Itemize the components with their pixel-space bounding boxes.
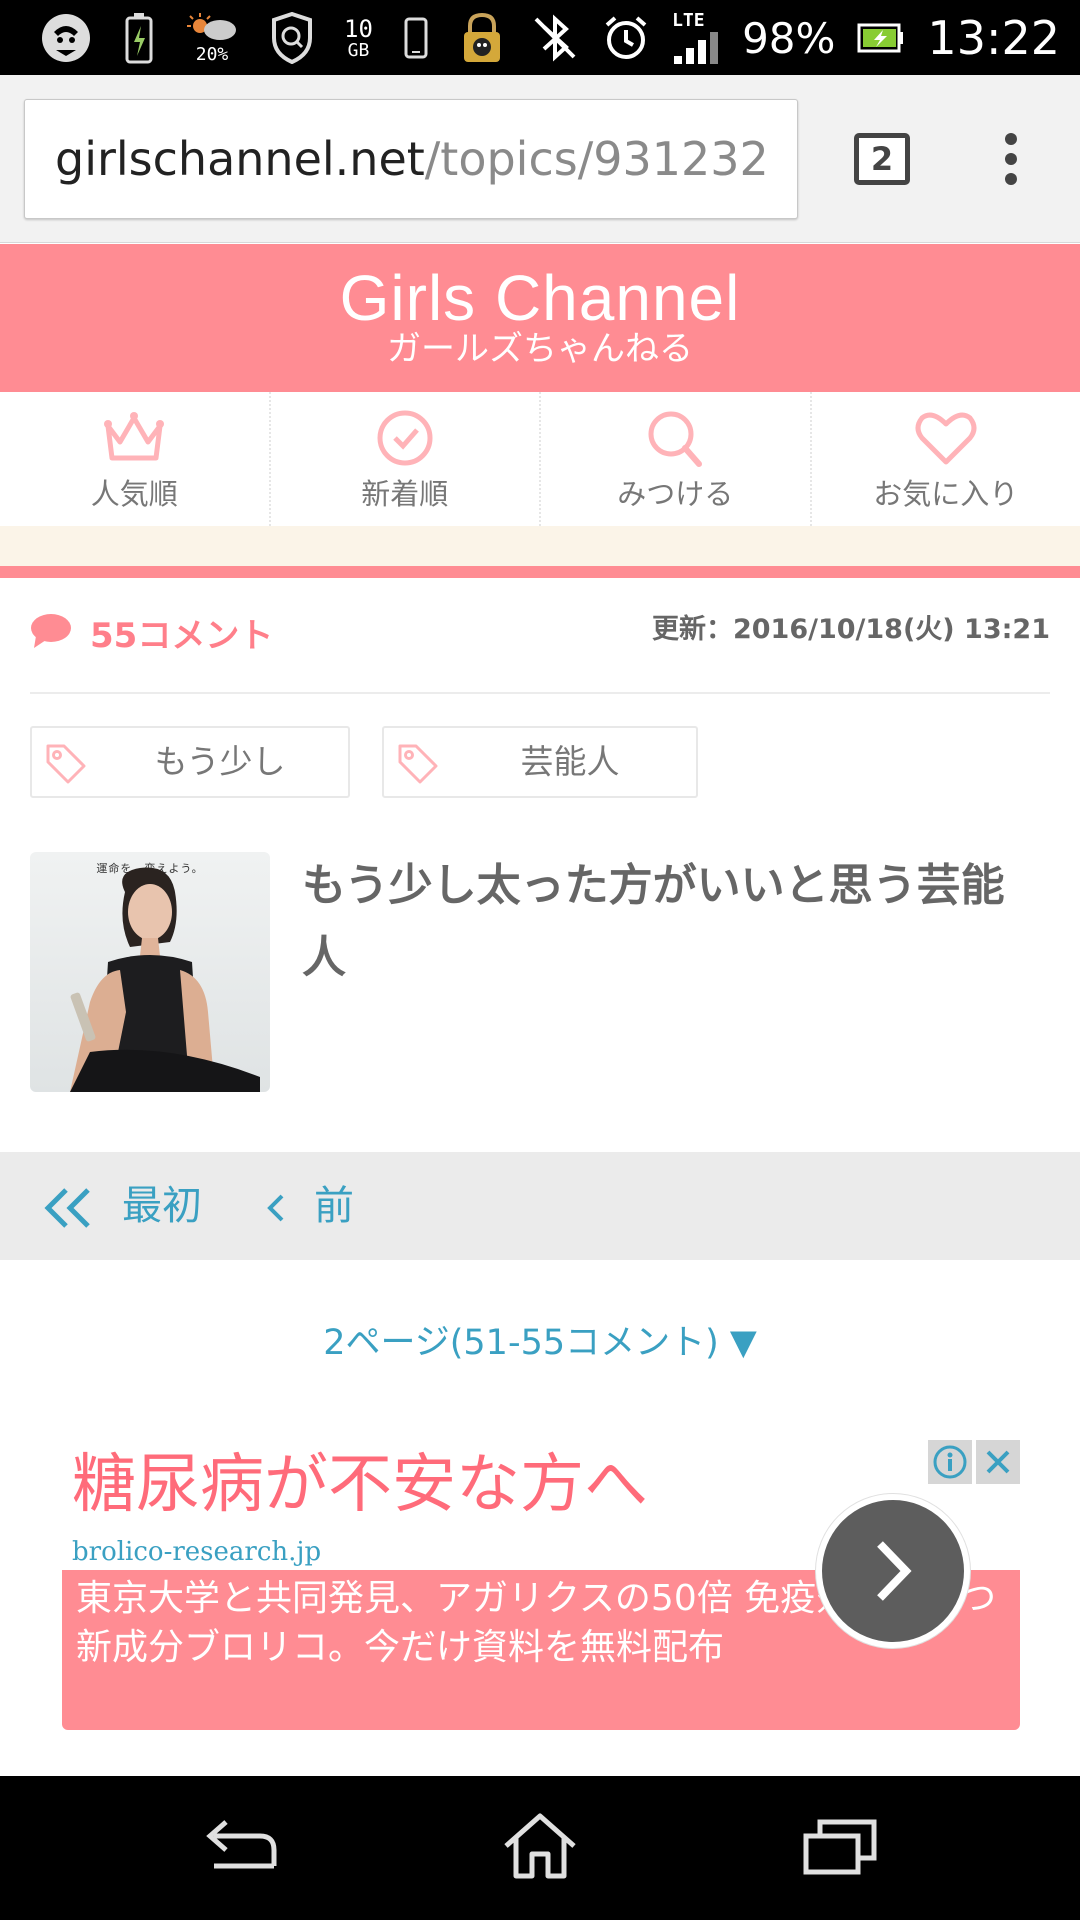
tab-switcher-button[interactable]: 2 — [854, 133, 910, 185]
previous-page-link[interactable]: 前 — [314, 1152, 354, 1260]
lock-bear-icon — [459, 12, 505, 64]
heart-icon — [915, 412, 977, 465]
battery-icon — [857, 21, 905, 55]
woman-photo-illustration — [70, 867, 260, 1092]
site-logo: Girls Channel — [339, 262, 741, 334]
battery-saver-icon — [124, 12, 154, 64]
recent-apps-icon[interactable] — [800, 1810, 880, 1880]
topic-meta: 55コメント 更新：2016/10/18(火) 13:21 — [30, 602, 1050, 694]
nav-label-popular: 人気順 — [90, 477, 178, 511]
overflow-menu-button[interactable] — [994, 133, 1028, 185]
ad-close-icon[interactable] — [976, 1440, 1020, 1484]
battery-percent: 98% — [742, 13, 836, 63]
home-icon[interactable] — [500, 1810, 580, 1880]
chevron-left-icon[interactable] — [262, 1152, 288, 1260]
address-bar[interactable]: girlschannel.net/topics/931232 — [24, 99, 798, 219]
back-icon[interactable] — [200, 1810, 280, 1880]
tag-label: もう少し — [154, 742, 286, 781]
network-type: LTE — [672, 10, 705, 31]
nav-item-favorites[interactable]: お気に入り — [812, 392, 1080, 526]
alarm-icon — [602, 14, 650, 62]
app-notification-icon — [38, 10, 94, 66]
signal-icon: LTE — [672, 12, 720, 64]
comment-bubble-icon — [31, 614, 71, 648]
comment-count[interactable]: 55コメント — [90, 614, 273, 658]
browser-toolbar: girlschannel.net/topics/931232 2 — [0, 75, 1080, 243]
storage-unit: GB — [347, 40, 370, 61]
crown-icon — [104, 412, 165, 461]
nav-label-newest: 新着順 — [361, 477, 449, 511]
pink-divider — [0, 566, 1080, 578]
updated-timestamp: 更新：2016/10/18(火) 13:21 — [651, 614, 1050, 645]
main-nav: 人気順 新着順 みつける お気に入り — [0, 392, 1080, 526]
weather-percent: 20% — [195, 44, 229, 65]
url-path: /topics/931232 — [424, 132, 769, 186]
ad-domain[interactable]: brolico-research.jp — [72, 1534, 321, 1570]
first-page-link[interactable]: 最初 — [122, 1152, 202, 1260]
bluetooth-off-icon — [530, 13, 580, 63]
tag-button[interactable]: 芸能人 — [382, 726, 698, 798]
ad-info-icon[interactable] — [928, 1440, 972, 1484]
ad-arrow-button[interactable] — [816, 1494, 970, 1648]
topic-title[interactable]: もう少し太った方がいいと思う芸能人 — [302, 850, 1042, 994]
nav-label-search: みつける — [617, 477, 734, 511]
clock-icon — [377, 410, 433, 466]
shield-icon — [270, 12, 314, 64]
tag-icon — [398, 744, 438, 784]
tag-button[interactable]: もう少し — [30, 726, 350, 798]
ad-headline[interactable]: 糖尿病が不安な方へ — [72, 1440, 648, 1530]
tag-label: 芸能人 — [520, 742, 620, 781]
nav-label-favorites: お気に入り — [873, 477, 1019, 511]
page-selector[interactable]: 2ページ(51-55コメント) ▼ — [0, 1318, 1080, 1368]
nav-item-popular[interactable]: 人気順 — [0, 392, 271, 526]
pagination-bar: 最初 前 — [0, 1152, 1080, 1260]
topic-thumbnail[interactable]: 運命を、変えよう。 — [30, 852, 270, 1092]
status-bar: 20% 10 GB LTE 98% 13:22 — [0, 0, 1080, 75]
search-icon — [648, 411, 703, 467]
nav-item-newest[interactable]: 新着順 — [271, 392, 541, 526]
nav-item-search[interactable]: みつける — [541, 392, 812, 526]
storage-indicator: 10 GB — [344, 16, 373, 60]
weather-icon: 20% — [184, 12, 240, 64]
tag-icon — [46, 744, 86, 784]
url-host: girlschannel.net — [55, 132, 425, 186]
cream-divider — [0, 526, 1080, 566]
system-nav-bar — [0, 1776, 1080, 1920]
site-logo-subtitle: ガールズちゃんねる — [387, 329, 693, 369]
chevron-right-icon — [877, 1541, 912, 1601]
site-header[interactable]: Girls Channel ガールズちゃんねる — [0, 244, 1080, 392]
phone-icon — [403, 16, 429, 60]
storage-value: 10 — [344, 15, 373, 43]
clock-time: 13:22 — [927, 11, 1060, 65]
double-chevron-left-icon[interactable] — [42, 1152, 94, 1260]
